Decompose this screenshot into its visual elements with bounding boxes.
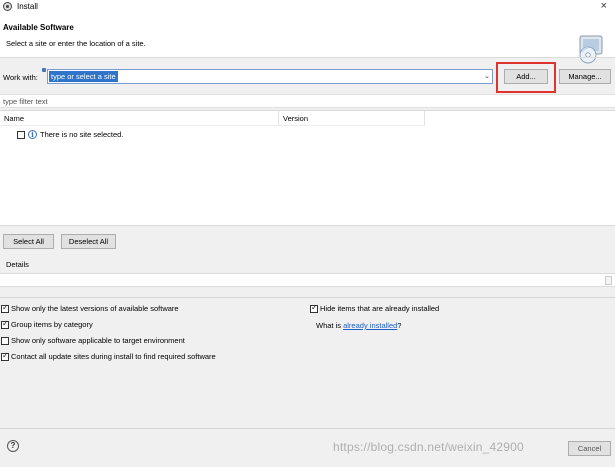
details-area xyxy=(0,273,615,287)
eclipse-app-icon xyxy=(3,2,12,11)
footer-divider xyxy=(0,428,615,429)
window-titlebar: Install × xyxy=(0,0,615,13)
help-icon[interactable]: ? xyxy=(7,440,19,452)
watermark-text: https://blog.csdn.net/weixin_42900 xyxy=(333,440,524,454)
already-installed-link[interactable]: already installed xyxy=(343,321,397,330)
deselect-all-button[interactable]: Deselect All xyxy=(61,234,116,249)
hide-installed-label: Hide items that are already installed xyxy=(320,304,440,313)
contact-sites-checkbox[interactable] xyxy=(1,351,9,361)
hide-installed-checkbox[interactable] xyxy=(310,303,318,313)
row-checkbox[interactable] xyxy=(17,131,25,139)
cancel-button[interactable]: Cancel xyxy=(568,441,611,456)
row-text: There is no site selected. xyxy=(40,130,124,139)
column-header-name[interactable]: Name xyxy=(0,111,279,126)
window-title: Install xyxy=(17,2,38,11)
options-divider xyxy=(0,297,615,298)
contact-sites-label: Contact all update sites during install … xyxy=(11,352,216,361)
filter-input[interactable]: type filter text xyxy=(0,94,615,108)
page-subtitle: Select a site or enter the location of a… xyxy=(6,39,146,48)
manage-button[interactable]: Manage... xyxy=(559,69,611,84)
filter-placeholder: type filter text xyxy=(3,97,48,106)
details-label: Details xyxy=(6,260,29,269)
close-icon[interactable]: × xyxy=(601,0,607,12)
group-by-category-label: Group items by category xyxy=(11,320,93,329)
what-is-prefix: What is xyxy=(316,321,344,330)
latest-versions-checkbox[interactable] xyxy=(1,303,9,313)
target-environment-label: Show only software applicable to target … xyxy=(11,336,185,345)
add-button[interactable]: Add... xyxy=(504,69,548,84)
what-is-installed: What is already installed? xyxy=(316,321,401,330)
content-assist-icon xyxy=(42,68,46,72)
install-cd-icon xyxy=(579,35,603,64)
group-by-category-checkbox[interactable] xyxy=(1,319,9,329)
details-scrollbar[interactable] xyxy=(605,276,612,285)
what-is-suffix: ? xyxy=(397,321,402,330)
software-table: Name Version i There is no site selected… xyxy=(0,110,615,226)
latest-versions-label: Show only the latest versions of availab… xyxy=(11,304,179,313)
select-all-button[interactable]: Select All xyxy=(3,234,54,249)
work-with-input[interactable]: type or select a site xyxy=(49,71,118,82)
page-title: Available Software xyxy=(3,23,74,32)
chevron-down-icon[interactable]: ⌄ xyxy=(484,72,490,80)
target-environment-checkbox[interactable] xyxy=(1,337,9,345)
info-icon: i xyxy=(28,130,37,139)
work-with-label: Work with: xyxy=(3,73,38,82)
column-header-version[interactable]: Version xyxy=(279,111,425,126)
wizard-header: Available Software Select a site or ente… xyxy=(0,13,615,64)
header-divider xyxy=(0,57,615,58)
work-with-combo[interactable]: type or select a site ⌄ xyxy=(47,69,493,84)
